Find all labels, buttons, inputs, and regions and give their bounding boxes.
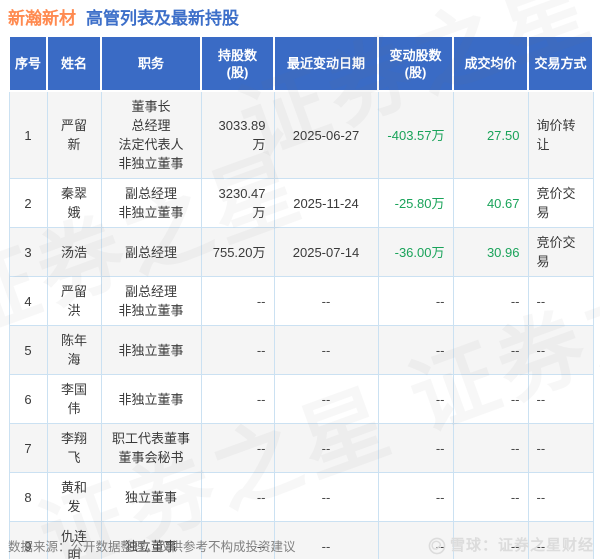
table-cell: -- [452, 472, 529, 522]
table-cell: -- [527, 472, 594, 522]
holdings-report-card: 证券之星 证券之星 证券之星 证券之星 新瀚新材高管列表及最新持股 序号姓名职务… [0, 0, 600, 559]
table-cell: 30.96 [452, 227, 529, 277]
table-row: 6 李国伟 非独立董事 -- -- -- -- -- [8, 374, 594, 424]
table-cell: -- [527, 374, 594, 424]
table-cell: 7 [8, 423, 48, 473]
xueqiu-logo-icon [428, 537, 446, 555]
column-header: 交易方式 [527, 35, 594, 92]
brand-watermark: 雪球：证券之星财经 [428, 536, 594, 556]
table-cell: -25.80万 [377, 178, 454, 228]
brand-text: 雪球：证券之星财经 [449, 537, 594, 554]
title-text: 高管列表及最新持股 [86, 9, 239, 28]
table-row: 2 秦翠娥 副总经理 非独立董事 3230.47万 2025-11-24 -25.80万 4… [8, 178, 594, 228]
table-cell: 非独立董事 [100, 374, 202, 424]
table-cell: 2025-11-24 [273, 178, 379, 228]
table-cell: 竞价交易 [527, 178, 594, 228]
column-header: 最近变动日期 [273, 35, 379, 92]
table-cell: -- [200, 325, 275, 375]
page-title: 新瀚新材 高管列表及最新持股 [0, 0, 600, 35]
table-cell: -- [527, 276, 594, 326]
table-row: 3 汤浩 副总经理 755.20万 2025-07-14 -36.00万 30.96 竞价交易 [8, 227, 594, 277]
table-cell: -- [527, 423, 594, 473]
column-header: 成交均价 [452, 35, 529, 92]
table-cell: 严留新 [46, 90, 102, 179]
table-cell: -- [200, 374, 275, 424]
column-header: 姓名 [46, 35, 102, 92]
table-cell: -- [273, 423, 379, 473]
table-row: 7 李翔飞 职工代表董事 董事会秘书 -- -- -- -- -- [8, 423, 594, 473]
table-row: 4 严留洪 副总经理 非独立董事 -- -- -- -- -- [8, 276, 594, 326]
table-cell: 4 [8, 276, 48, 326]
table-cell: 27.50 [452, 90, 529, 179]
table-cell: -- [273, 472, 379, 522]
table-cell: 40.67 [452, 178, 529, 228]
table-cell: -- [377, 472, 454, 522]
table-cell: -- [200, 472, 275, 522]
data-source-note: 数据来源：公开数据整理，仅供参考不构成投资建议 [8, 540, 296, 554]
column-header: 变动股数 (股) [377, 35, 454, 92]
table-cell: 非独立董事 [100, 325, 202, 375]
table-cell: 职工代表董事 董事会秘书 [100, 423, 202, 473]
table-cell: 陈年海 [46, 325, 102, 375]
column-header: 序号 [8, 35, 48, 92]
table-cell: 8 [8, 472, 48, 522]
table-row: 1 严留新 董事长 总经理 法定代表人 非独立董事 3033.89万 2025-06-2… [8, 90, 594, 179]
executive-holdings-table: 序号 姓名 职务 持股数 (股) 最近变动日期 变动股数 (股) 成交均价 交易方式 1 严留新… [8, 35, 594, 559]
table-header-row: 序号 姓名 职务 持股数 (股) 最近变动日期 变动股数 (股) 成交均价 交易方式 [8, 35, 594, 92]
column-header: 职务 [100, 35, 202, 92]
table-cell: -- [377, 276, 454, 326]
table-cell: -403.57万 [377, 90, 454, 179]
table-cell: 黄和发 [46, 472, 102, 522]
table-cell: -- [527, 325, 594, 375]
table-cell: 1 [8, 90, 48, 179]
table-cell: -- [273, 374, 379, 424]
table-cell: 询价转让 [527, 90, 594, 179]
table-cell: 副总经理 非独立董事 [100, 178, 202, 228]
table-cell: 2025-07-14 [273, 227, 379, 277]
table-cell: -- [273, 325, 379, 375]
table-cell: -36.00万 [377, 227, 454, 277]
table-cell: 3033.89万 [200, 90, 275, 179]
footer: 数据来源：公开数据整理，仅供参考不构成投资建议 雪球：证券之星财经 [0, 534, 600, 556]
table-cell: -- [377, 423, 454, 473]
table-cell: 竞价交易 [527, 227, 594, 277]
table-cell: -- [200, 423, 275, 473]
table-cell: -- [273, 276, 379, 326]
table-cell: -- [200, 276, 275, 326]
table-cell: 2025-06-27 [273, 90, 379, 179]
table-cell: -- [452, 276, 529, 326]
company-name: 新瀚新材 [8, 9, 76, 28]
table-cell: 2 [8, 178, 48, 228]
table-cell: 5 [8, 325, 48, 375]
table-cell: -- [377, 325, 454, 375]
table-row: 5 陈年海 非独立董事 -- -- -- -- -- [8, 325, 594, 375]
table-cell: 李国伟 [46, 374, 102, 424]
table-cell: 严留洪 [46, 276, 102, 326]
table-cell: 副总经理 非独立董事 [100, 276, 202, 326]
table-cell: 董事长 总经理 法定代表人 非独立董事 [100, 90, 202, 179]
table-cell: 3230.47万 [200, 178, 275, 228]
table-cell: -- [452, 423, 529, 473]
table-cell: 李翔飞 [46, 423, 102, 473]
table-row: 8 黄和发 独立董事 -- -- -- -- -- [8, 472, 594, 522]
table-cell: 独立董事 [100, 472, 202, 522]
table-cell: 755.20万 [200, 227, 275, 277]
table-cell: 6 [8, 374, 48, 424]
column-header: 持股数 (股) [200, 35, 275, 92]
table-cell: 副总经理 [100, 227, 202, 277]
table-cell: 秦翠娥 [46, 178, 102, 228]
table-cell: -- [452, 374, 529, 424]
table-cell: -- [452, 325, 529, 375]
table-cell: 3 [8, 227, 48, 277]
table-cell: 汤浩 [46, 227, 102, 277]
table-cell: -- [377, 374, 454, 424]
